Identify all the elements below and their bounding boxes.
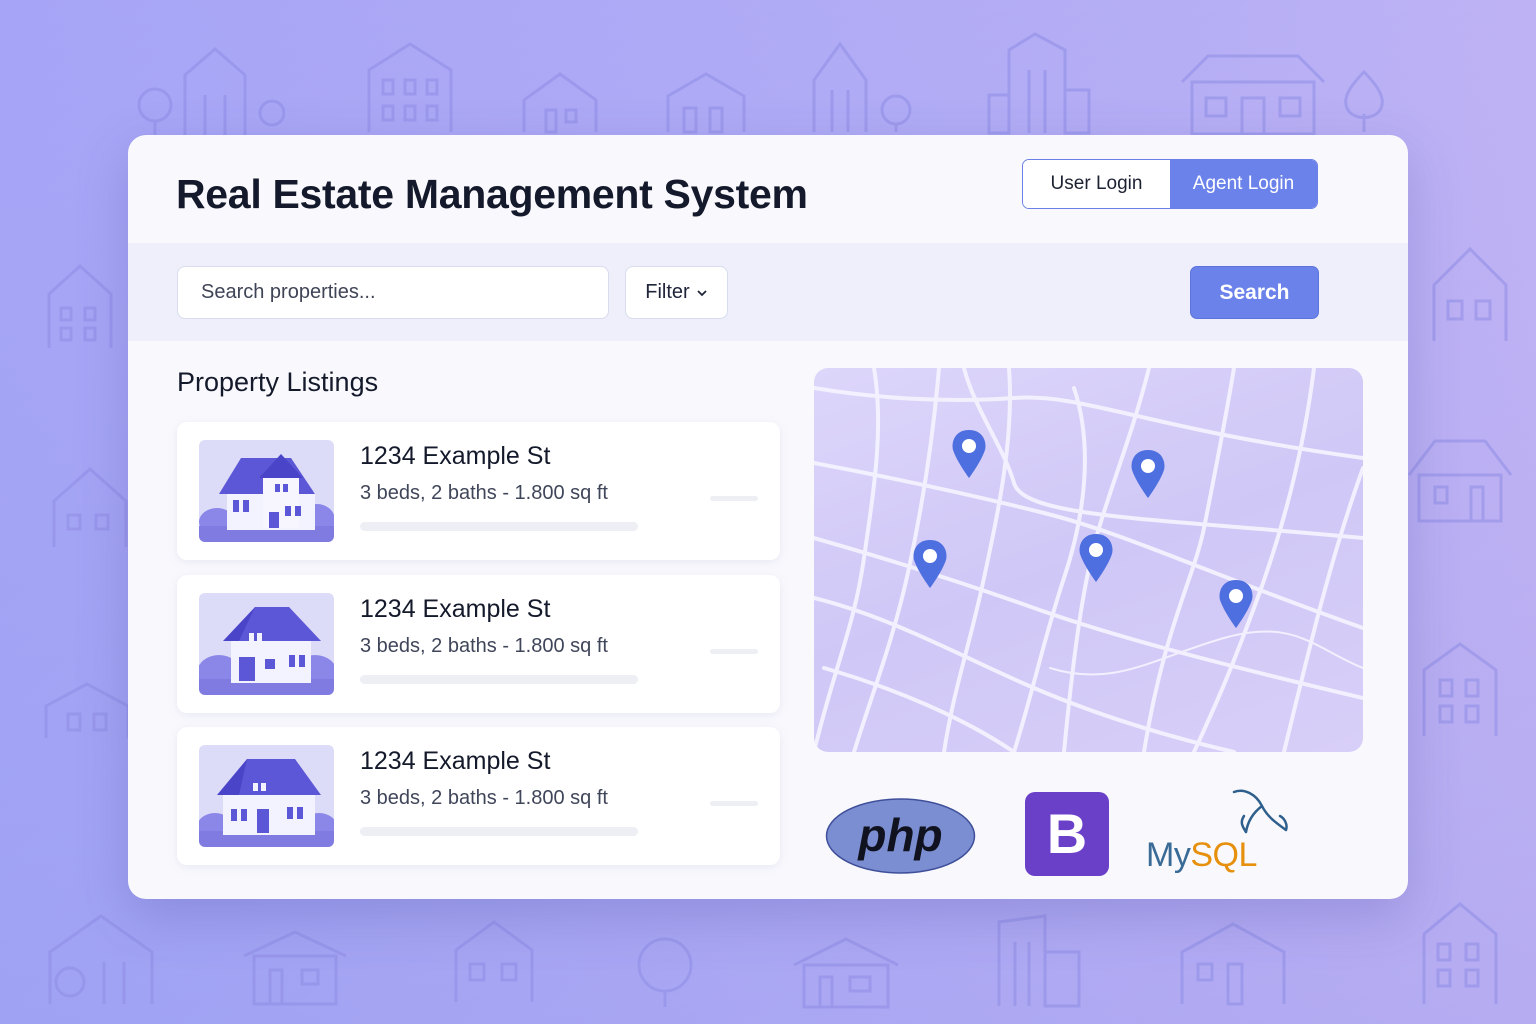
page-title: Real Estate Management System: [176, 171, 808, 217]
login-toggle: User Login Agent Login: [1022, 159, 1318, 209]
building-outline-icon: [997, 914, 1081, 1008]
listing-address: 1234 Example St: [360, 595, 551, 623]
house-image: [199, 745, 334, 847]
placeholder-bar: [360, 675, 638, 684]
house-outline-icon: [1180, 922, 1286, 1006]
placeholder-bar: [710, 649, 758, 654]
house-outline-icon: [454, 920, 534, 1002]
user-login-button[interactable]: User Login: [1023, 160, 1170, 208]
search-input-wrapper: [177, 266, 609, 319]
chevron-down-icon: [697, 289, 707, 296]
search-bar: Filter Search: [128, 243, 1408, 341]
house-outline-icon: [367, 42, 453, 132]
main-window: Real Estate Management System User Login…: [128, 135, 1408, 899]
house-outline-icon: [1422, 642, 1498, 736]
bootstrap-logo: B: [1025, 792, 1109, 876]
house-outline-icon: [666, 72, 746, 134]
placeholder-bar: [710, 496, 758, 501]
house-outline-icon: [522, 72, 598, 134]
house-outline-icon: [137, 47, 285, 137]
listing-details: 3 beds, 2 baths - 1.800 sq ft: [360, 482, 608, 504]
listing-address: 1234 Example St: [360, 747, 551, 775]
placeholder-bar: [710, 801, 758, 806]
house-outline-icon: [1180, 54, 1326, 136]
tree-outline-icon: [637, 937, 693, 1007]
map-pin-icon: [1131, 450, 1165, 498]
placeholder-bar: [360, 522, 638, 531]
map-pin-icon: [913, 540, 947, 588]
agent-login-button[interactable]: Agent Login: [1170, 160, 1317, 208]
listings-heading: Property Listings: [177, 367, 379, 397]
house-outline-icon: [1407, 439, 1513, 523]
mysql-logo: MySQL: [1144, 786, 1304, 878]
listing-card[interactable]: 1234 Example St 3 beds, 2 baths - 1.800 …: [177, 422, 780, 560]
tree-outline-icon: [1344, 69, 1384, 132]
house-outline-icon: [52, 466, 128, 547]
building-outline-icon: [987, 32, 1091, 135]
filter-label: Filter: [645, 281, 690, 303]
mysql-logo-text: MySQL: [1146, 836, 1257, 874]
filter-dropdown[interactable]: Filter: [625, 266, 728, 319]
map-pin-icon: [1079, 534, 1113, 582]
listing-details: 3 beds, 2 baths - 1.800 sq ft: [360, 787, 608, 809]
map-pin-icon: [952, 430, 986, 478]
house-outline-icon: [243, 930, 347, 1006]
bootstrap-logo-text: B: [1046, 802, 1088, 865]
house-outline-icon: [44, 682, 130, 738]
property-map[interactable]: [814, 368, 1363, 752]
listing-address: 1234 Example St: [360, 442, 551, 470]
listing-card[interactable]: 1234 Example St 3 beds, 2 baths - 1.800 …: [177, 575, 780, 713]
house-outline-icon: [1422, 902, 1498, 1004]
search-button[interactable]: Search: [1190, 266, 1319, 319]
house-outline-icon: [812, 41, 912, 132]
php-logo: php: [825, 797, 976, 875]
house-outline-icon: [1432, 246, 1508, 341]
placeholder-bar: [360, 827, 638, 836]
listing-details: 3 beds, 2 baths - 1.800 sq ft: [360, 635, 608, 657]
listing-card[interactable]: 1234 Example St 3 beds, 2 baths - 1.800 …: [177, 727, 780, 865]
house-image: [199, 593, 334, 695]
house-outline-icon: [48, 914, 154, 1004]
house-outline-icon: [47, 263, 113, 348]
house-outline-icon: [793, 937, 899, 1009]
search-input[interactable]: [199, 280, 608, 305]
house-image: [199, 440, 334, 542]
php-logo-text: php: [856, 809, 942, 861]
